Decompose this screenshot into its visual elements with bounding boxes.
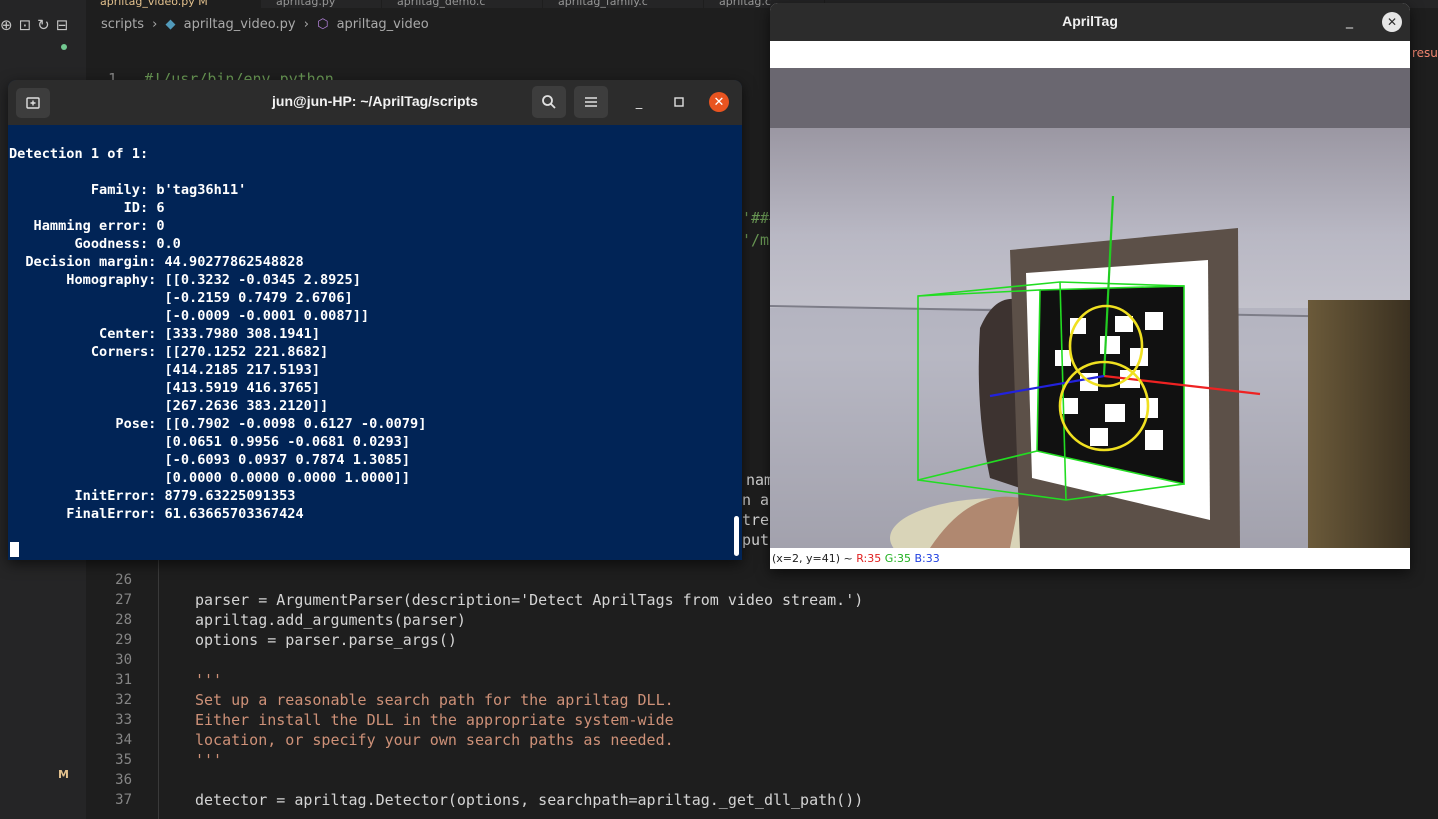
apriltag-title: AprilTag xyxy=(1062,13,1118,29)
code-editor[interactable]: parser = ArgumentParser(description='Det… xyxy=(158,560,1438,819)
line-number: 35 xyxy=(115,752,132,768)
close-icon: ✕ xyxy=(1386,15,1398,29)
camera-frame[interactable] xyxy=(770,68,1410,548)
code-line-28: apriltag.add_arguments(parser) xyxy=(195,611,466,629)
status-red: R:35 xyxy=(856,552,882,565)
terminal-scrollbar[interactable] xyxy=(734,516,739,556)
minimize-button[interactable]: _ xyxy=(1346,13,1362,29)
tab-apriltag-py[interactable]: apriltag.py xyxy=(262,0,382,8)
modified-dot xyxy=(61,44,67,50)
close-button[interactable]: ✕ xyxy=(709,92,729,112)
tab-apriltag-video[interactable]: apriltag_video.py M xyxy=(86,0,261,8)
terminal-cursor xyxy=(10,542,19,557)
module-icon: ⬡ xyxy=(317,17,329,32)
ceiling xyxy=(770,68,1410,128)
code-line-27: parser = ArgumentParser(description='Det… xyxy=(195,591,864,609)
line-number: 33 xyxy=(115,712,132,728)
line-number: 32 xyxy=(115,692,132,708)
status-blue: B:33 xyxy=(914,552,940,565)
line-number: 34 xyxy=(115,732,132,748)
line-number: 31 xyxy=(115,672,132,688)
search-button[interactable] xyxy=(532,86,566,118)
status-coords: (x=2, y=41) ~ xyxy=(772,552,853,565)
terminal-window[interactable]: jun@jun-HP: ~/AprilTag/scripts _ ✕ Detec… xyxy=(8,80,742,560)
terminal-titlebar[interactable]: jun@jun-HP: ~/AprilTag/scripts _ ✕ xyxy=(8,80,742,125)
pixel-status-bar: (x=2, y=41) ~ R:35 G:35 B:33 xyxy=(772,552,940,565)
line-number: 37 xyxy=(115,792,132,808)
maximize-icon xyxy=(674,97,684,107)
maximize-button[interactable] xyxy=(669,92,689,112)
line-number: 30 xyxy=(115,652,132,668)
terminal-output[interactable]: Detection 1 of 1: Family: b'tag36h11' ID… xyxy=(9,145,426,523)
hamburger-icon xyxy=(585,97,597,107)
close-icon: ✕ xyxy=(713,94,725,110)
apriltag-titlebar[interactable]: AprilTag _ ✕ xyxy=(770,3,1410,41)
close-button[interactable]: ✕ xyxy=(1382,12,1402,32)
refresh-icon[interactable]: ↻ xyxy=(37,16,56,34)
right-edge-text: resu xyxy=(1412,46,1438,60)
breadcrumb-file[interactable]: apriltag_video.py xyxy=(184,17,296,32)
new-file-icon[interactable]: ⊕ xyxy=(0,16,19,34)
apriltag-window[interactable]: AprilTag _ ✕ (x=2, y=41) ~ R:35 G:35 B:3… xyxy=(770,3,1410,569)
status-green: G:35 xyxy=(884,552,911,565)
explorer-toolbar: ⊕⊡↻⊟ xyxy=(0,16,74,34)
chevron-right-icon: › xyxy=(303,17,309,32)
line-number: 27 xyxy=(115,592,132,608)
chevron-right-icon: › xyxy=(152,17,158,32)
code-line-32: Set up a reasonable search path for the … xyxy=(195,691,674,709)
minimize-icon: _ xyxy=(635,94,643,110)
search-icon xyxy=(542,95,556,109)
collapse-icon[interactable]: ⊟ xyxy=(56,16,75,34)
code-line-29: options = parser.parse_args() xyxy=(195,631,457,649)
code-line-34: location, or specify your own search pat… xyxy=(195,731,674,749)
breadcrumb-folder[interactable]: scripts xyxy=(101,17,144,32)
code-line-37: detector = apriltag.Detector(options, se… xyxy=(195,791,864,809)
line-number: 29 xyxy=(115,632,132,648)
shelf xyxy=(1308,300,1410,548)
tab-apriltag-family[interactable]: apriltag_family.c xyxy=(544,0,704,8)
breadcrumb: scripts › ◆ apriltag_video.py › ⬡ aprilt… xyxy=(101,17,433,32)
menu-button[interactable] xyxy=(574,86,608,118)
python-file-icon: ◆ xyxy=(165,17,176,32)
new-folder-icon[interactable]: ⊡ xyxy=(19,16,38,34)
code-line-33: Either install the DLL in the appropriat… xyxy=(195,711,674,729)
line-gutter: 26 27 28 29 30 31 32 33 34 35 36 37 xyxy=(86,560,158,819)
minimize-icon: _ xyxy=(1346,13,1353,29)
line-number: 36 xyxy=(115,772,132,788)
code-line-31: ''' xyxy=(195,671,223,689)
line-number: 26 xyxy=(115,572,132,588)
git-modified-badge: M xyxy=(58,768,69,781)
breadcrumb-symbol[interactable]: apriltag_video xyxy=(337,17,429,32)
minimize-button[interactable]: _ xyxy=(629,92,649,112)
line-number: 28 xyxy=(115,612,132,628)
tab-apriltag-demo[interactable]: apriltag_demo.c xyxy=(383,0,543,8)
code-line-35: ''' xyxy=(195,751,223,769)
